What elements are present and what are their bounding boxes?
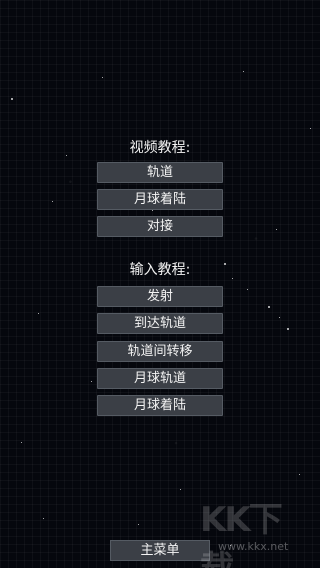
input-transfer-button[interactable]: 轨道间转移 [97, 341, 223, 362]
star [287, 328, 289, 330]
star [279, 317, 280, 318]
video-docking-button[interactable]: 对接 [97, 216, 223, 237]
star [276, 229, 277, 230]
star [43, 518, 44, 519]
star [180, 489, 181, 490]
star [299, 474, 300, 475]
star [247, 289, 248, 290]
star [310, 128, 311, 129]
game-screen: 视频教程: 轨道 月球着陆 对接 输入教程: 发射 到达轨道 轨道间转移 月球轨… [0, 0, 320, 568]
star [102, 77, 103, 78]
video-orbit-button[interactable]: 轨道 [97, 162, 223, 183]
watermark-site: www.kkx.net [218, 540, 289, 553]
star [230, 545, 231, 546]
input-reach-orbit-button[interactable]: 到达轨道 [97, 313, 223, 334]
star [21, 442, 22, 443]
space-grid [0, 0, 320, 568]
star [11, 98, 13, 100]
main-menu-button[interactable]: 主菜单 [110, 540, 210, 561]
input-tutorial-title: 输入教程: [129, 262, 191, 278]
star [52, 201, 53, 202]
watermark: KK下载 www.kkx.net [200, 492, 312, 568]
star [243, 71, 244, 72]
star [91, 381, 92, 382]
input-launch-button[interactable]: 发射 [97, 286, 223, 307]
starfield [0, 0, 320, 568]
video-tutorial-title: 视频教程: [129, 140, 191, 156]
star [138, 524, 139, 525]
watermark-logo: KK下载 [200, 500, 283, 568]
star [152, 210, 153, 211]
star [268, 306, 270, 308]
input-moon-landing-button[interactable]: 月球着陆 [97, 395, 223, 416]
star [38, 313, 39, 314]
video-moon-landing-button[interactable]: 月球着陆 [97, 189, 223, 210]
input-lunar-orbit-button[interactable]: 月球轨道 [97, 368, 223, 389]
